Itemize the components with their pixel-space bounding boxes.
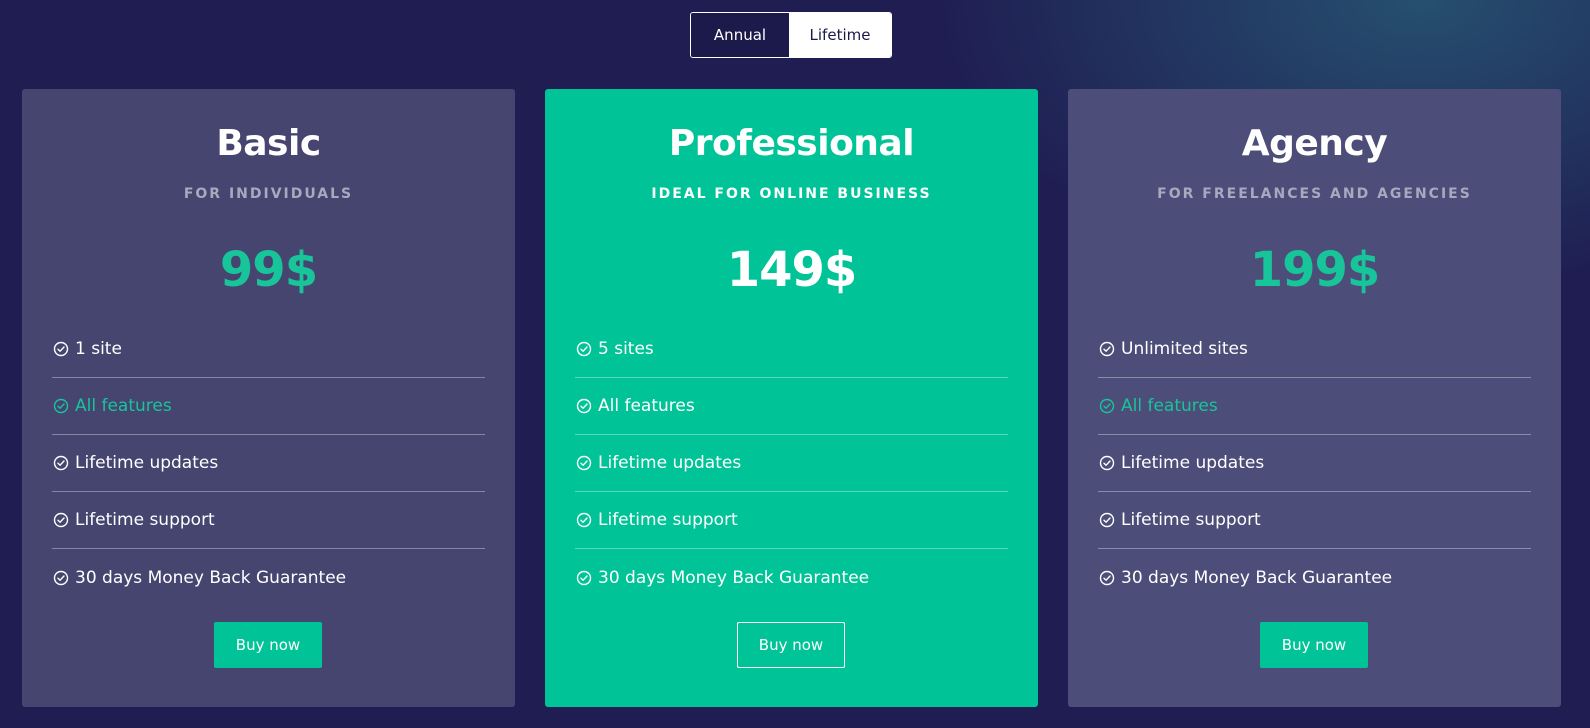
feature-label: Lifetime support xyxy=(75,510,215,530)
feature-label: 30 days Money Back Guarantee xyxy=(1121,567,1393,588)
feature-item: Lifetime support xyxy=(575,492,1008,549)
plan-price: 199$ xyxy=(1249,242,1381,298)
feature-label: All features xyxy=(1121,396,1218,416)
check-circle-icon xyxy=(53,455,69,471)
feature-label: Lifetime support xyxy=(598,510,738,530)
check-circle-icon xyxy=(576,455,592,471)
plan-subtitle: IDEAL FOR ONLINE BUSINESS xyxy=(651,186,932,202)
check-circle-icon xyxy=(1099,570,1115,586)
toggle-lifetime[interactable]: Lifetime xyxy=(789,13,891,57)
check-circle-icon xyxy=(1099,398,1115,414)
feature-label: Lifetime updates xyxy=(1121,453,1265,473)
feature-item: All features xyxy=(1098,378,1531,435)
check-circle-icon xyxy=(53,512,69,528)
feature-item: 30 days Money Back Guarantee xyxy=(575,549,1008,606)
plan-name: Professional xyxy=(668,123,915,164)
feature-item: Lifetime updates xyxy=(1098,435,1531,492)
feature-label: Lifetime updates xyxy=(598,453,742,473)
check-circle-icon xyxy=(576,341,592,357)
plan-name: Basic xyxy=(216,123,321,164)
feature-label: All features xyxy=(75,396,172,416)
billing-toggle: Annual Lifetime xyxy=(690,12,892,58)
feature-item: All features xyxy=(52,378,485,435)
buy-now-button[interactable]: Buy now xyxy=(1260,622,1368,668)
check-circle-icon xyxy=(576,512,592,528)
feature-label: 5 sites xyxy=(598,339,654,359)
check-circle-icon xyxy=(53,398,69,414)
feature-item: 30 days Money Back Guarantee xyxy=(1098,549,1531,606)
feature-label: 30 days Money Back Guarantee xyxy=(598,567,870,588)
check-circle-icon xyxy=(1099,341,1115,357)
feature-label: Lifetime support xyxy=(1121,510,1261,530)
check-circle-icon xyxy=(1099,455,1115,471)
toggle-annual[interactable]: Annual xyxy=(691,13,789,57)
feature-item: Lifetime updates xyxy=(575,435,1008,492)
feature-list: 1 site All features Lifetime updates Lif… xyxy=(52,321,485,606)
feature-item: 1 site xyxy=(52,321,485,378)
feature-item: Lifetime support xyxy=(52,492,485,549)
buy-now-button[interactable]: Buy now xyxy=(214,622,322,668)
check-circle-icon xyxy=(53,341,69,357)
pricing-card-professional: Professional IDEAL FOR ONLINE BUSINESS 1… xyxy=(545,89,1038,707)
check-circle-icon xyxy=(576,398,592,414)
feature-item: 5 sites xyxy=(575,321,1008,378)
pricing-card-agency: Agency FOR FREELANCES AND AGENCIES 199$ … xyxy=(1068,89,1561,707)
plan-subtitle: FOR FREELANCES AND AGENCIES xyxy=(1157,186,1472,202)
feature-label: 30 days Money Back Guarantee xyxy=(75,567,347,588)
plan-price: 149$ xyxy=(726,242,858,298)
feature-item: 30 days Money Back Guarantee xyxy=(52,549,485,606)
feature-label: Unlimited sites xyxy=(1121,339,1248,359)
pricing-card-basic: Basic FOR INDIVIDUALS 99$ 1 site All fea… xyxy=(22,89,515,707)
plan-subtitle: FOR INDIVIDUALS xyxy=(183,186,354,202)
feature-label: Lifetime updates xyxy=(75,453,219,473)
check-circle-icon xyxy=(53,570,69,586)
feature-label: 1 site xyxy=(75,339,122,359)
feature-list: 5 sites All features Lifetime updates Li… xyxy=(575,321,1008,606)
plan-price: 99$ xyxy=(219,242,318,298)
check-circle-icon xyxy=(1099,512,1115,528)
feature-label: All features xyxy=(598,396,695,416)
buy-now-button[interactable]: Buy now xyxy=(737,622,845,668)
feature-item: Unlimited sites xyxy=(1098,321,1531,378)
feature-item: Lifetime support xyxy=(1098,492,1531,549)
feature-item: Lifetime updates xyxy=(52,435,485,492)
feature-list: Unlimited sites All features Lifetime up… xyxy=(1098,321,1531,606)
plan-name: Agency xyxy=(1241,123,1388,164)
feature-item: All features xyxy=(575,378,1008,435)
check-circle-icon xyxy=(576,570,592,586)
